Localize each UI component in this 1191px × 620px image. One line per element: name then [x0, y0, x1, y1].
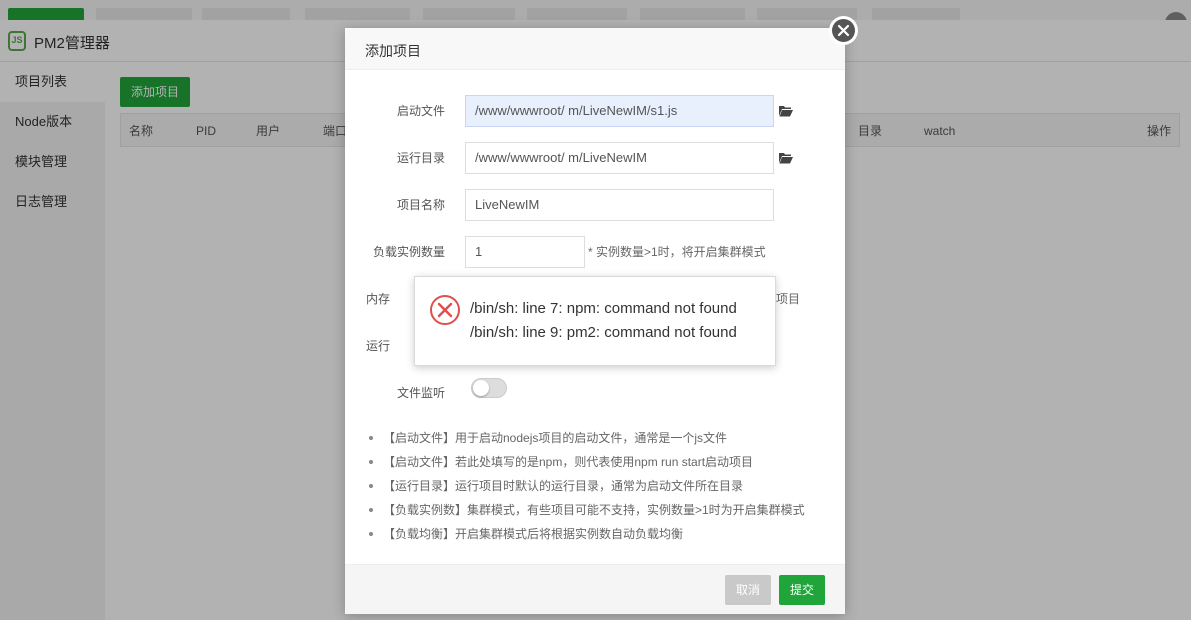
run-dir-label: 运行目录: [396, 151, 445, 165]
instances-label: 负载实例数量: [372, 245, 445, 259]
memory-hint: 项目: [776, 292, 801, 306]
cancel-button[interactable]: 取消: [725, 575, 771, 605]
help-item: 【启动文件】用于启动nodejs项目的启动文件，通常是一个js文件: [365, 426, 835, 450]
file-watch-row: 文件监听: [345, 377, 845, 409]
start-file-input[interactable]: /www/wwwroot/ m/LiveNewIM/s1.js: [465, 95, 774, 127]
start-file-row: 启动文件 /www/wwwroot/ m/LiveNewIM/s1.js: [345, 95, 845, 127]
dialog-close-button[interactable]: [829, 16, 858, 45]
memory-label: 内存: [365, 292, 390, 306]
project-name-label: 项目名称: [396, 198, 445, 212]
run-dir-row: 运行目录 /www/wwwroot/ m/LiveNewIM: [345, 142, 845, 174]
error-message-line: /bin/sh: line 9: pm2: command not found: [470, 324, 737, 341]
run-user-label: 运行: [365, 339, 390, 353]
file-watch-label: 文件监听: [396, 386, 445, 400]
start-file-label: 启动文件: [396, 104, 445, 118]
help-item: 【负载均衡】开启集群模式后将根据实例数自动负载均衡: [365, 522, 835, 546]
project-name-row: 项目名称 LiveNewIM: [345, 189, 845, 221]
error-toast: /bin/sh: line 7: npm: command not found …: [414, 276, 776, 366]
close-icon: [832, 19, 855, 42]
folder-open-icon[interactable]: [779, 152, 793, 164]
toggle-knob: [473, 380, 489, 396]
error-message-line: /bin/sh: line 7: npm: command not found: [470, 300, 737, 317]
error-icon: [430, 295, 460, 325]
file-watch-toggle[interactable]: [471, 378, 507, 398]
dialog-title: 添加项目: [365, 43, 421, 59]
folder-open-icon[interactable]: [779, 105, 793, 117]
instances-row: 负载实例数量 1 * 实例数量>1时，将开启集群模式: [345, 236, 845, 268]
help-item: 【启动文件】若此处填写的是npm，则代表使用npm run start启动项目: [365, 450, 835, 474]
submit-button[interactable]: 提交: [779, 575, 825, 605]
project-name-input[interactable]: LiveNewIM: [465, 189, 774, 221]
dialog-header: 添加项目: [345, 28, 845, 70]
help-list: 【启动文件】用于启动nodejs项目的启动文件，通常是一个js文件 【启动文件】…: [365, 426, 835, 546]
dialog-footer: 取消 提交: [345, 564, 845, 614]
help-item: 【运行目录】运行项目时默认的运行目录，通常为启动文件所在目录: [365, 474, 835, 498]
instances-hint: * 实例数量>1时，将开启集群模式: [588, 245, 766, 259]
help-item: 【负载实例数】集群模式，有些项目可能不支持，实例数量>1时为开启集群模式: [365, 498, 835, 522]
instances-input[interactable]: 1: [465, 236, 585, 268]
run-dir-input[interactable]: /www/wwwroot/ m/LiveNewIM: [465, 142, 774, 174]
